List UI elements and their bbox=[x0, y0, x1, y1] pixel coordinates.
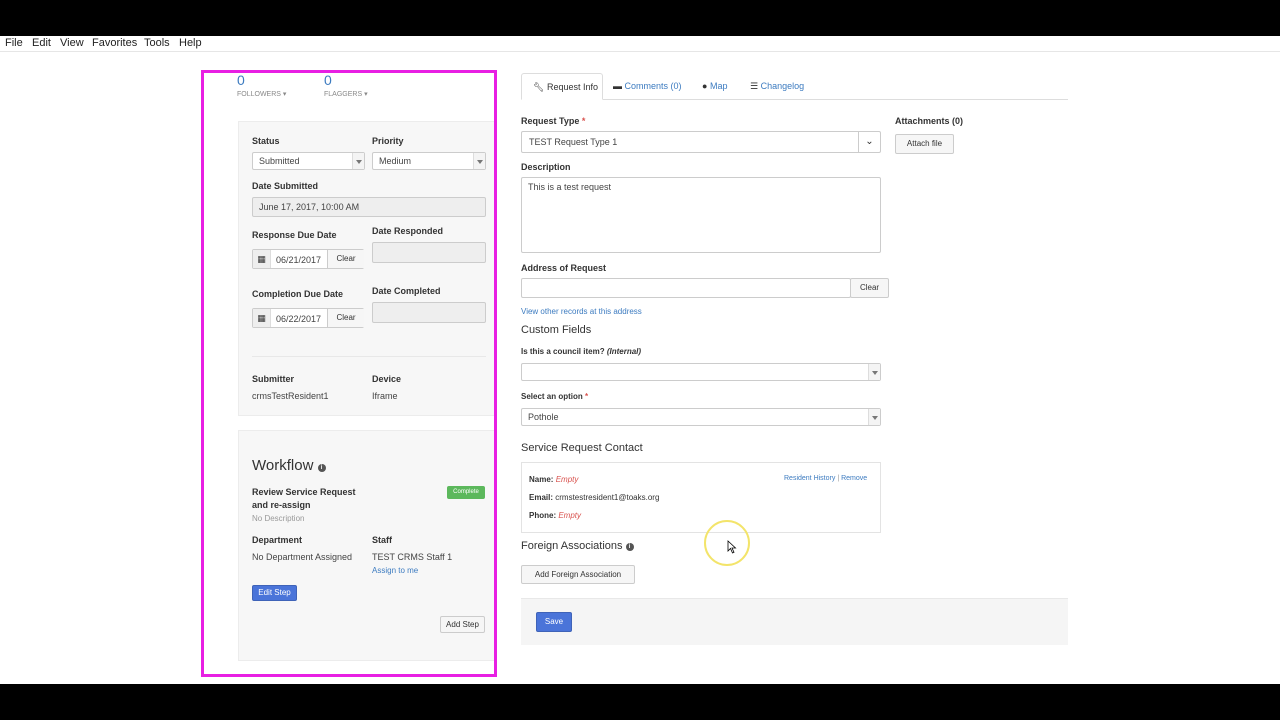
add-foreign-association-button[interactable]: Add Foreign Association bbox=[521, 565, 635, 584]
menu-file[interactable]: File bbox=[5, 37, 23, 49]
chevron-down-icon bbox=[868, 364, 880, 380]
address-input[interactable] bbox=[521, 278, 851, 298]
council-label-text: Is this a council item? bbox=[521, 347, 605, 356]
highlight-annotation bbox=[201, 70, 497, 677]
request-type-select[interactable]: TEST Request Type 1 ⌄ bbox=[521, 131, 881, 153]
email-value[interactable]: crmstestresident1@toaks.org bbox=[555, 493, 659, 502]
description-textarea[interactable]: This is a test request bbox=[521, 177, 881, 253]
tab-changelog-label: Changelog bbox=[760, 81, 805, 91]
required-mark: * bbox=[581, 116, 586, 126]
name-label: Name: bbox=[529, 475, 554, 484]
tab-comments-label: Comments (0) bbox=[624, 81, 682, 91]
contact-email-row: Email: crmstestresident1@toaks.org bbox=[529, 493, 659, 502]
menu-favorites[interactable]: Favorites bbox=[92, 37, 137, 49]
wrench-icon: 🔧︎ bbox=[533, 82, 545, 92]
menu-bar: File Edit View Favorites Tools Help bbox=[0, 36, 1280, 52]
menu-tools[interactable]: Tools bbox=[144, 37, 170, 49]
option-value: Pothole bbox=[528, 412, 559, 422]
contact-name-row: Name: Empty bbox=[529, 475, 578, 484]
form-footer bbox=[521, 598, 1068, 645]
list-icon: ☰ bbox=[750, 81, 759, 91]
email-label: Email: bbox=[529, 493, 554, 502]
request-type-label: Request Type * bbox=[521, 116, 585, 126]
chevron-down-icon: ⌄ bbox=[858, 132, 880, 152]
council-label: Is this a council item? (Internal) bbox=[521, 347, 641, 356]
tab-changelog[interactable]: ☰ Changelog bbox=[750, 81, 804, 92]
description-label: Description bbox=[521, 162, 571, 172]
attachments-label: Attachments (0) bbox=[895, 116, 964, 126]
contact-title: Service Request Contact bbox=[521, 442, 643, 454]
menu-edit[interactable]: Edit bbox=[32, 37, 51, 49]
custom-fields-title: Custom Fields bbox=[521, 324, 592, 336]
tab-map[interactable]: ● Map bbox=[702, 81, 727, 91]
info-icon: i bbox=[625, 543, 634, 551]
internal-tag: (Internal) bbox=[606, 347, 642, 356]
contact-actions: Resident History | Remove bbox=[784, 475, 867, 482]
option-select[interactable]: Pothole bbox=[521, 408, 881, 426]
required-mark: * bbox=[585, 392, 589, 401]
foreign-title-text: Foreign Associations bbox=[521, 540, 623, 552]
comment-icon: ▬ bbox=[613, 81, 622, 91]
resident-history-link[interactable]: Resident History bbox=[784, 475, 835, 482]
save-button[interactable]: Save bbox=[536, 612, 572, 632]
tab-comments[interactable]: ▬ Comments (0) bbox=[613, 81, 682, 91]
separator: | bbox=[837, 475, 840, 482]
tab-map-label: Map bbox=[709, 81, 728, 91]
request-type-value: TEST Request Type 1 bbox=[529, 137, 618, 147]
address-clear-button[interactable]: Clear bbox=[850, 278, 889, 298]
request-type-label-text: Request Type bbox=[521, 116, 580, 126]
name-value[interactable]: Empty bbox=[556, 475, 579, 484]
tab-request-info-label: Request Info bbox=[546, 82, 598, 92]
mouse-cursor-icon bbox=[727, 540, 737, 554]
select-option-label-text: Select an option bbox=[521, 392, 583, 401]
foreign-associations-title: Foreign Associations i bbox=[521, 540, 634, 552]
view-other-records-link[interactable]: View other records at this address bbox=[521, 307, 642, 316]
menu-help[interactable]: Help bbox=[179, 37, 202, 49]
council-select[interactable] bbox=[521, 363, 881, 381]
browser-page: File Edit View Favorites Tools Help 0 FO… bbox=[0, 36, 1280, 684]
address-label: Address of Request bbox=[521, 263, 607, 273]
phone-value[interactable]: Empty bbox=[558, 511, 581, 520]
menu-view[interactable]: View bbox=[60, 37, 84, 49]
select-option-label: Select an option * bbox=[521, 392, 588, 401]
remove-link[interactable]: Remove bbox=[841, 475, 867, 482]
phone-label: Phone: bbox=[529, 511, 557, 520]
map-marker-icon: ● bbox=[702, 81, 708, 91]
contact-phone-row: Phone: Empty bbox=[529, 511, 581, 520]
tab-request-info[interactable]: 🔧︎ Request Info bbox=[521, 73, 603, 100]
attach-file-button[interactable]: Attach file bbox=[895, 134, 954, 154]
chevron-down-icon bbox=[868, 409, 880, 425]
